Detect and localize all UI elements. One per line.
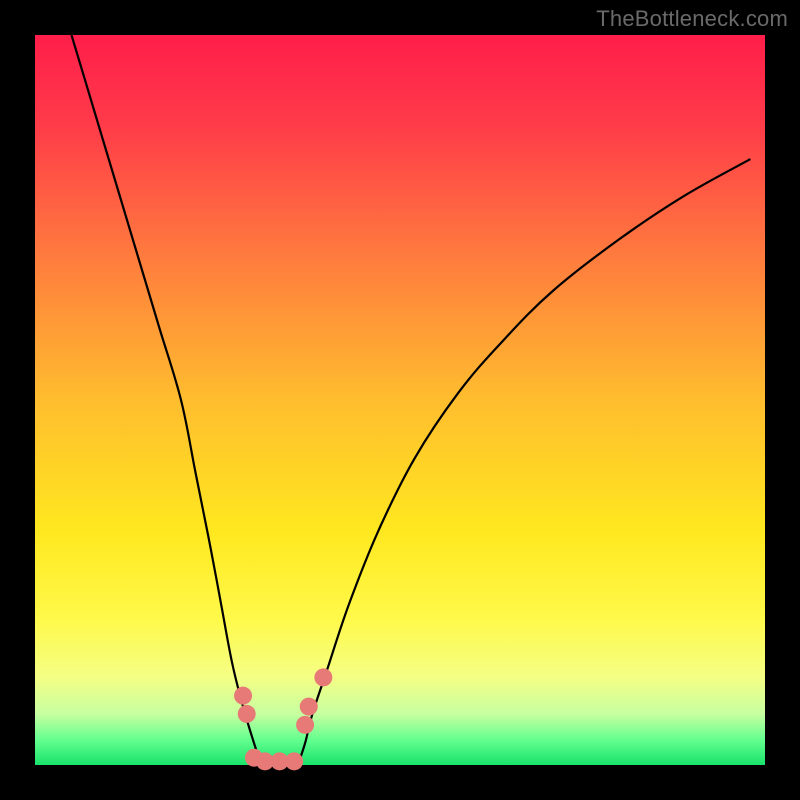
watermark-label: TheBottleneck.com (596, 6, 788, 32)
marker-left-dot-lower (238, 705, 256, 723)
marker-right-dot-lower (296, 716, 314, 734)
plot-svg (0, 0, 800, 800)
plot-background (35, 35, 765, 765)
marker-right-dot-mid (300, 698, 318, 716)
chart-stage: TheBottleneck.com (0, 0, 800, 800)
marker-right-dot-upper (314, 668, 332, 686)
marker-left-dot-upper (234, 687, 252, 705)
marker-floor-dot-4 (285, 752, 303, 770)
